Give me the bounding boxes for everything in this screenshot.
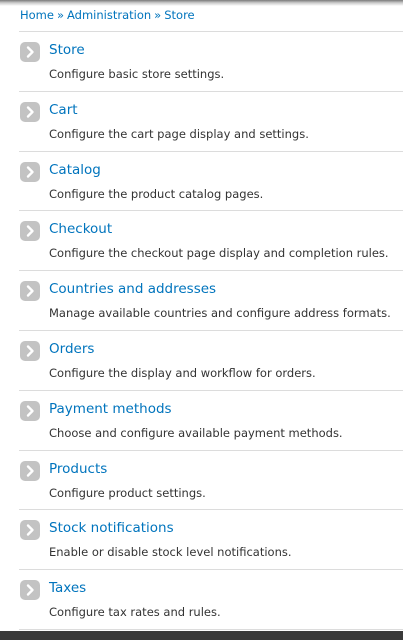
admin-item-title[interactable]: Taxes — [49, 580, 86, 596]
admin-item-title[interactable]: Countries and addresses — [49, 281, 216, 297]
breadcrumb-home-link[interactable]: Home — [20, 8, 54, 22]
admin-item-title[interactable]: Products — [49, 461, 107, 477]
chevron-right-icon[interactable] — [20, 161, 40, 182]
admin-item-description: Enable or disable stock level notificati… — [49, 545, 292, 560]
admin-item-cart: Cart Configure the cart page display and… — [19, 92, 403, 152]
breadcrumb-administration-link[interactable]: Administration — [67, 8, 151, 22]
chevron-right-icon[interactable] — [20, 460, 40, 481]
admin-item-description: Choose and configure available payment m… — [49, 425, 343, 440]
admin-item-title[interactable]: Orders — [49, 341, 94, 357]
chevron-right-icon[interactable] — [20, 400, 40, 421]
admin-item-countries-and-addresses: Countries and addresses Manage available… — [19, 271, 403, 331]
admin-item-description: Configure tax rates and rules. — [49, 605, 221, 620]
admin-item-catalog: Catalog Configure the product catalog pa… — [19, 152, 403, 212]
chevron-right-icon[interactable] — [20, 221, 40, 242]
admin-item-checkout: Checkout Configure the checkout page dis… — [19, 211, 403, 272]
admin-item-description: Configure the cart page display and sett… — [49, 126, 309, 141]
admin-item-title[interactable]: Payment methods — [49, 401, 172, 417]
admin-item-stock-notifications: Stock notifications Enable or disable st… — [19, 510, 403, 571]
admin-item-orders: Orders Configure the display and workflo… — [19, 331, 403, 391]
chevron-right-icon[interactable] — [20, 101, 40, 122]
admin-item-description: Configure the checkout page display and … — [49, 246, 389, 261]
breadcrumb: Home» Administration» Store — [20, 8, 195, 22]
admin-item-title[interactable]: Catalog — [49, 162, 101, 178]
admin-item-taxes: Taxes Configure tax rates and rules. — [19, 570, 403, 630]
admin-item-description: Configure the display and workflow for o… — [49, 365, 316, 380]
breadcrumb-store-link[interactable]: Store — [164, 8, 194, 22]
admin-item-title[interactable]: Store — [49, 42, 85, 58]
admin-item-products: Products Configure product settings. — [19, 451, 403, 511]
admin-item-payment-methods: Payment methods Choose and configure ava… — [19, 391, 403, 451]
admin-item-store: Store Configure basic store settings. — [19, 32, 403, 92]
admin-item-title[interactable]: Stock notifications — [49, 520, 174, 536]
breadcrumb-separator: » — [56, 8, 65, 22]
admin-list: Store Configure basic store settings. Ca… — [19, 31, 403, 630]
chevron-right-icon[interactable] — [20, 580, 40, 601]
bottom-bar — [0, 631, 403, 640]
chevron-right-icon[interactable] — [20, 281, 40, 302]
breadcrumb-separator: » — [154, 8, 162, 22]
admin-item-title[interactable]: Checkout — [49, 221, 112, 237]
chevron-right-icon[interactable] — [20, 42, 40, 62]
admin-item-title[interactable]: Cart — [49, 102, 78, 118]
chevron-right-icon[interactable] — [20, 520, 40, 541]
admin-item-description: Configure basic store settings. — [49, 67, 225, 81]
admin-item-description: Manage available countries and configure… — [49, 306, 391, 321]
admin-item-description: Configure product settings. — [49, 485, 206, 500]
chevron-right-icon[interactable] — [20, 340, 40, 361]
top-shadow — [0, 0, 403, 6]
admin-item-description: Configure the product catalog pages. — [49, 186, 264, 201]
